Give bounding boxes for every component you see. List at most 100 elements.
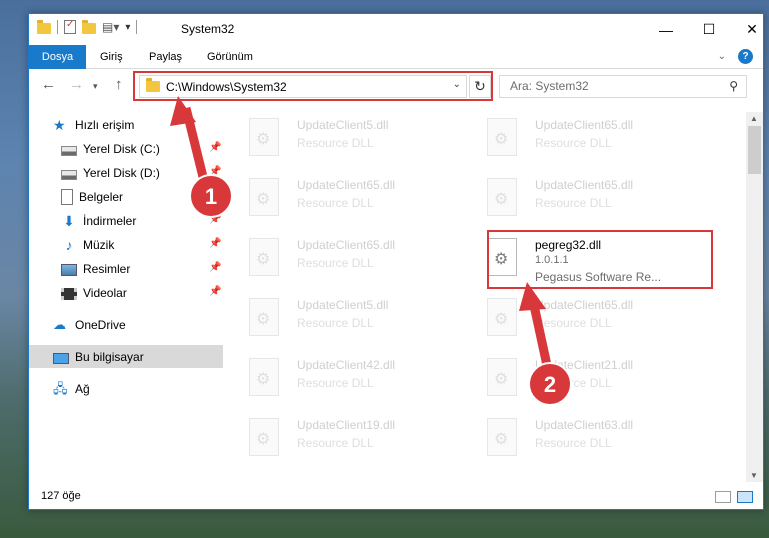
file-name: UpdateClient65.dll xyxy=(535,178,634,192)
customize-toolbar-icon[interactable]: ▤▾ xyxy=(102,20,119,34)
file-description: Resource DLL xyxy=(535,316,612,330)
file-description: Resource DLL xyxy=(297,376,374,390)
file-name: UpdateClient65.dll xyxy=(297,178,396,192)
forward-arrow-icon[interactable]: → xyxy=(69,76,84,93)
file-item[interactable]: UpdateClient42.dll Resource DLL xyxy=(225,352,445,404)
file-name: UpdateClient65.dll xyxy=(535,118,634,132)
folder-icon xyxy=(37,20,51,34)
sidebar-item-documents[interactable]: Belgeler xyxy=(61,186,123,208)
pin-icon[interactable]: 📌 xyxy=(209,214,221,225)
file-item[interactable]: UpdateClient65.dll Resource DLL xyxy=(463,172,683,224)
file-item[interactable]: UpdateClient65.dll Resource DLL xyxy=(463,292,683,344)
status-bar: 127 öğe xyxy=(29,485,763,509)
explorer-window: ▤▾ ▾ System32 — ☐ ✕ Dosya Giriş Paylaş G… xyxy=(28,13,764,510)
music-icon: ♪ xyxy=(65,237,73,253)
scroll-down-icon[interactable]: ▼ xyxy=(750,471,758,480)
close-button[interactable]: ✕ xyxy=(729,14,769,45)
file-name: UpdateClient65.dll xyxy=(535,298,634,312)
separator xyxy=(136,20,138,34)
network-icon: 🖧 xyxy=(53,381,68,396)
sidebar-item-label: Ağ xyxy=(75,382,90,396)
item-count: 127 öğe xyxy=(41,490,81,502)
window-title: System32 xyxy=(181,22,235,36)
minimize-button[interactable]: — xyxy=(643,14,689,45)
search-input[interactable]: Ara: System32 ⚲ xyxy=(499,75,747,98)
file-description: Resource DLL xyxy=(535,376,612,390)
pin-icon[interactable]: 📌 xyxy=(209,142,221,153)
drive-icon xyxy=(61,169,77,180)
sidebar-item-music[interactable]: ♪ Müzik xyxy=(61,234,115,256)
details-view-icon[interactable] xyxy=(715,491,731,503)
file-list: UpdateClient5.dll Resource DLL UpdateCli… xyxy=(225,112,735,477)
maximize-button[interactable]: ☐ xyxy=(686,14,732,45)
sidebar-item-label: Resimler xyxy=(83,262,131,276)
sidebar-item-label: Yerel Disk (C:) xyxy=(83,142,160,156)
expand-ribbon-icon[interactable]: ⌄ xyxy=(718,51,726,62)
up-arrow-icon[interactable]: ↑ xyxy=(115,76,123,93)
dll-file-icon xyxy=(487,298,517,336)
sidebar-item-label: Müzik xyxy=(83,238,115,252)
sidebar-item-local-disk-c[interactable]: Yerel Disk (C:) xyxy=(61,138,160,160)
view-switcher xyxy=(715,491,753,503)
video-icon xyxy=(61,288,77,300)
dll-file-icon xyxy=(487,178,517,216)
sidebar-item-pictures[interactable]: Resimler xyxy=(61,258,130,280)
sidebar-item-videos[interactable]: Videolar xyxy=(61,282,127,304)
properties-icon[interactable] xyxy=(64,19,76,34)
file-item[interactable]: UpdateClient5.dll Resource DLL xyxy=(225,112,445,164)
tab-view[interactable]: Görünüm xyxy=(207,45,253,69)
file-description: Resource DLL xyxy=(297,256,374,270)
tiles-view-icon[interactable] xyxy=(737,491,753,503)
document-icon xyxy=(61,189,73,205)
file-item[interactable]: UpdateClient21.dll Resource DLL xyxy=(463,352,683,404)
tab-share[interactable]: Paylaş xyxy=(149,45,182,69)
pin-icon[interactable]: 📌 xyxy=(209,286,221,297)
dll-file-icon xyxy=(487,418,517,456)
pin-icon[interactable]: 📌 xyxy=(209,238,221,249)
sidebar-item-quick-access[interactable]: ★ Hızlı erişim xyxy=(53,114,134,136)
file-name: UpdateClient65.dll xyxy=(297,238,396,252)
back-arrow-icon[interactable]: ← xyxy=(41,76,56,93)
file-name: UpdateClient63.dll xyxy=(535,418,634,432)
dll-file-icon xyxy=(487,118,517,156)
dll-file-icon xyxy=(487,358,517,396)
tab-home[interactable]: Giriş xyxy=(100,45,123,69)
sidebar-item-downloads[interactable]: ⬇ İndirmeler xyxy=(61,210,136,232)
file-highlight-box xyxy=(487,230,713,289)
file-description: Resource DLL xyxy=(297,196,374,210)
file-item[interactable]: UpdateClient63.dll Resource DLL xyxy=(463,412,683,464)
sidebar-item-local-disk-d[interactable]: Yerel Disk (D:) xyxy=(61,162,160,184)
scroll-thumb[interactable] xyxy=(748,126,761,174)
star-icon: ★ xyxy=(53,117,66,133)
file-item[interactable]: UpdateClient65.dll Resource DLL xyxy=(463,112,683,164)
sidebar-item-label: Hızlı erişim xyxy=(75,118,135,132)
file-item[interactable]: UpdateClient65.dll Resource DLL xyxy=(225,232,445,284)
file-item[interactable]: UpdateClient5.dll Resource DLL xyxy=(225,292,445,344)
sidebar-item-this-pc[interactable]: Bu bilgisayar xyxy=(53,346,144,368)
pin-icon[interactable]: 📌 xyxy=(209,262,221,273)
file-item[interactable]: UpdateClient65.dll Resource DLL xyxy=(225,172,445,224)
file-name: UpdateClient21.dll xyxy=(535,358,634,372)
vertical-scrollbar[interactable]: ▲ ▼ xyxy=(746,112,763,482)
scroll-up-icon[interactable]: ▲ xyxy=(750,114,758,123)
navigation-pane: ★ Hızlı erişim Yerel Disk (C:) 📌 Yerel D… xyxy=(29,112,223,477)
dll-file-icon xyxy=(249,178,279,216)
title-bar: ▤▾ ▾ System32 — ☐ ✕ xyxy=(29,14,763,45)
file-item[interactable]: UpdateClient19.dll Resource DLL xyxy=(225,412,445,464)
sidebar-item-onedrive[interactable]: ☁ OneDrive xyxy=(53,314,126,336)
new-folder-icon[interactable] xyxy=(82,20,96,34)
sidebar-item-label: Yerel Disk (D:) xyxy=(83,166,160,180)
sidebar-item-label: Bu bilgisayar xyxy=(75,350,144,364)
pin-icon[interactable]: 📌 xyxy=(209,166,221,177)
ribbon-tabs: Dosya Giriş Paylaş Görünüm ⌄ ? xyxy=(29,45,763,97)
pin-icon[interactable]: 📌 xyxy=(209,190,221,201)
dll-file-icon xyxy=(249,238,279,276)
qat-dropdown-icon[interactable]: ▾ xyxy=(125,22,130,33)
file-description: Resource DLL xyxy=(535,196,612,210)
picture-icon xyxy=(61,264,77,276)
sidebar-item-network[interactable]: 🖧 Ağ xyxy=(53,378,90,400)
file-description: Resource DLL xyxy=(535,136,612,150)
download-icon: ⬇ xyxy=(63,213,75,229)
recent-locations-icon[interactable]: ▾ xyxy=(93,81,98,92)
help-icon[interactable]: ? xyxy=(738,49,753,64)
